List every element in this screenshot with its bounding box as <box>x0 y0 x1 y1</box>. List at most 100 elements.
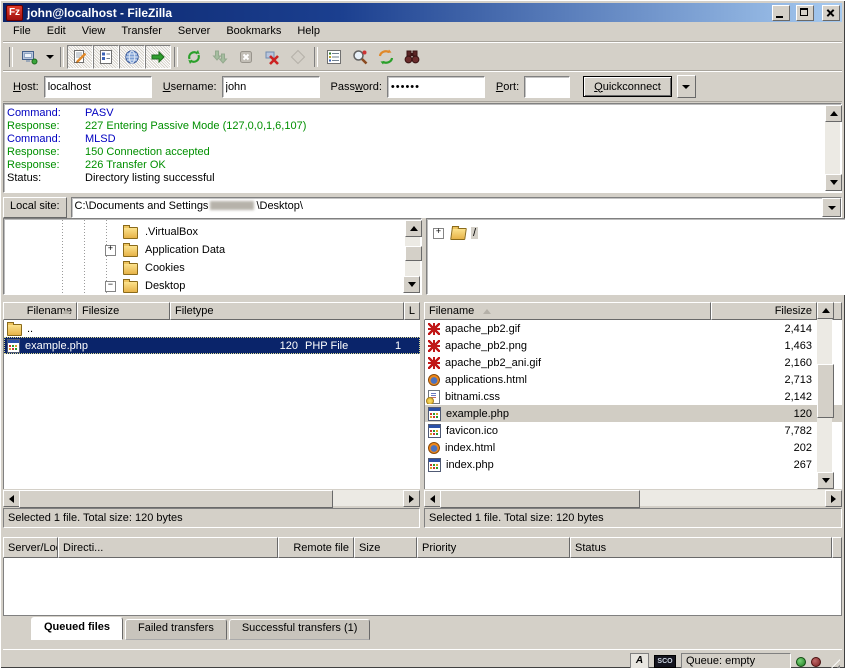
remote-file-list: Filename Filesize apache_pb2.gif 2,414 a… <box>424 302 842 529</box>
file-icon <box>7 324 22 336</box>
local-file-list: FilenameFilesizeFiletypeL .. example.php… <box>3 302 420 529</box>
disconnect-icon[interactable] <box>259 45 285 69</box>
scroll-right-icon[interactable] <box>825 490 842 507</box>
column-header[interactable] <box>832 537 842 558</box>
resize-grip[interactable] <box>826 659 840 668</box>
column-header[interactable]: Size <box>354 537 417 558</box>
file-row[interactable]: apache_pb2.png 1,463 <box>425 337 842 354</box>
host-label: Host: <box>13 81 39 93</box>
menu-item[interactable]: Edit <box>39 23 74 40</box>
scroll-down-icon[interactable] <box>825 174 842 191</box>
data-type-indicator-icon[interactable]: A <box>630 653 649 668</box>
reconnect-icon[interactable] <box>285 45 311 69</box>
host-input[interactable] <box>44 76 152 98</box>
column-header[interactable]: Filename <box>3 302 77 320</box>
queue-tab[interactable]: Queued files <box>31 617 123 640</box>
menu-item[interactable]: File <box>5 23 39 40</box>
scrollbar-thumb[interactable] <box>440 490 640 508</box>
expander-icon[interactable] <box>433 228 444 239</box>
password-input[interactable] <box>387 76 485 98</box>
column-header[interactable]: Filesize <box>77 302 170 320</box>
local-tree-pane: .VirtualBox Application Data Cookies <box>3 218 422 295</box>
scroll-left-icon[interactable] <box>424 490 441 507</box>
local-hscrollbar[interactable] <box>3 490 420 506</box>
queue-tab[interactable]: Successful transfers (1) <box>229 619 371 640</box>
tree-item[interactable]: .VirtualBox <box>5 223 422 241</box>
column-header[interactable]: Remote file <box>278 537 354 558</box>
toggle-local-tree-icon[interactable] <box>93 45 119 69</box>
directory-comparison-icon[interactable] <box>347 45 373 69</box>
scroll-up-icon[interactable] <box>825 105 842 122</box>
remote-vscrollbar[interactable] <box>817 302 832 489</box>
menu-item[interactable]: Help <box>289 23 328 40</box>
file-row[interactable]: apache_pb2.gif 2,414 <box>425 320 842 337</box>
scroll-right-icon[interactable] <box>403 490 420 507</box>
maximize-button[interactable] <box>796 5 814 21</box>
toggle-transfer-queue-icon[interactable] <box>145 45 171 69</box>
tree-item[interactable]: Application Data <box>5 241 422 259</box>
scroll-down-icon[interactable] <box>403 276 420 293</box>
site-manager-icon[interactable] <box>16 45 42 69</box>
scroll-up-icon[interactable] <box>817 302 834 319</box>
scroll-down-icon[interactable] <box>817 472 834 489</box>
find-files-icon[interactable] <box>399 45 425 69</box>
tree-item[interactable]: Cookies <box>5 259 422 277</box>
menu-item[interactable]: Server <box>170 23 218 40</box>
quickconnect-button[interactable]: Quickconnect <box>583 76 672 97</box>
port-input[interactable] <box>524 76 570 98</box>
file-row[interactable]: .. <box>4 320 420 337</box>
local-site-combo[interactable]: C:\Documents and Settings\Desktop\ <box>71 197 842 218</box>
local-tree-scrollbar[interactable] <box>405 220 420 293</box>
file-row[interactable]: favicon.ico 7,782 <box>425 422 842 439</box>
toggle-remote-tree-icon[interactable] <box>119 45 145 69</box>
log-scrollbar[interactable] <box>825 105 840 191</box>
menu-item[interactable]: View <box>74 23 114 40</box>
site-manager-dropdown-icon[interactable] <box>42 45 57 69</box>
minimize-button[interactable] <box>772 5 790 21</box>
tree-item[interactable]: Desktop <box>5 277 422 295</box>
remote-hscrollbar[interactable] <box>424 490 842 506</box>
status-bar: A SCO Queue: empty <box>3 649 842 668</box>
log-line: Response: 227 Entering Passive Mode (127… <box>7 120 824 133</box>
menu-item[interactable]: Bookmarks <box>218 23 289 40</box>
username-input[interactable] <box>222 76 320 98</box>
directory-filters-icon[interactable] <box>321 45 347 69</box>
refresh-icon[interactable] <box>181 45 207 69</box>
column-header[interactable]: L <box>404 302 420 320</box>
expander-icon[interactable] <box>105 281 116 292</box>
log-line: Command: MLSD <box>7 133 824 146</box>
queue-tab[interactable]: Failed transfers <box>125 619 227 640</box>
toggle-message-log-icon[interactable] <box>67 45 93 69</box>
speed-limit-icon[interactable]: SCO <box>654 655 676 668</box>
file-icon <box>7 339 20 353</box>
column-header[interactable]: Status <box>570 537 832 558</box>
scrollbar-thumb[interactable] <box>817 364 834 418</box>
file-row[interactable]: example.php 120 PHP File 1 <box>4 337 420 354</box>
column-header[interactable]: Filename <box>424 302 711 320</box>
cancel-operation-icon[interactable] <box>233 45 259 69</box>
menu-item[interactable]: Transfer <box>113 23 170 40</box>
close-button[interactable] <box>822 5 840 21</box>
tree-item[interactable]: / <box>433 224 844 242</box>
file-row[interactable]: example.php 120 <box>425 405 842 422</box>
file-row[interactable]: index.html 202 <box>425 439 842 456</box>
scroll-left-icon[interactable] <box>3 490 20 507</box>
column-header[interactable]: Server/Local file <box>3 537 58 558</box>
process-queue-icon[interactable] <box>207 45 233 69</box>
file-row[interactable]: bitnami.css 2,142 <box>425 388 842 405</box>
combo-dropdown-icon[interactable] <box>822 198 841 217</box>
file-row[interactable]: index.php 267 <box>425 456 842 473</box>
column-header[interactable]: Directi... <box>58 537 278 558</box>
file-row[interactable]: applications.html 2,713 <box>425 371 842 388</box>
quickconnect-dropdown-icon[interactable] <box>677 75 696 98</box>
synchronized-browsing-icon[interactable] <box>373 45 399 69</box>
local-path: C:\Documents and Settings\Desktop\ <box>72 198 822 217</box>
column-header[interactable]: Filesize <box>711 302 817 320</box>
column-header[interactable]: Filetype <box>170 302 404 320</box>
scrollbar-thumb[interactable] <box>405 246 422 261</box>
scroll-up-icon[interactable] <box>405 220 422 237</box>
column-header[interactable]: Priority <box>417 537 570 558</box>
expander-icon[interactable] <box>105 245 116 256</box>
file-row[interactable]: apache_pb2_ani.gif 2,160 <box>425 354 842 371</box>
scrollbar-thumb[interactable] <box>19 490 333 508</box>
